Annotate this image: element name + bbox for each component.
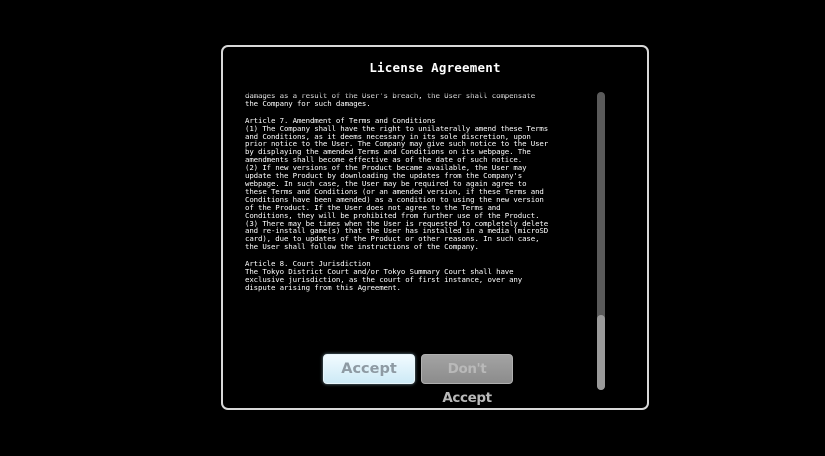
license-text: prior to the User's breach. In addition,… bbox=[245, 91, 597, 301]
accept-button[interactable]: Accept bbox=[323, 354, 415, 384]
license-paragraph-article-8: Article 8. Court Jurisdiction The Tokyo … bbox=[245, 259, 523, 292]
dialog-title: License Agreement bbox=[369, 60, 501, 75]
scrollbar-thumb[interactable] bbox=[597, 315, 605, 390]
game-screen: License Agreement prior to the User's br… bbox=[24, 0, 801, 456]
scrollbar-track[interactable] bbox=[597, 92, 605, 390]
dont-accept-button[interactable]: Don't Accept bbox=[421, 354, 513, 406]
license-text-area[interactable]: prior to the User's breach. In addition,… bbox=[245, 91, 597, 374]
license-paragraph-article-7: Article 7. Amendment of Terms and Condit… bbox=[245, 115, 549, 252]
text-fade-top bbox=[245, 91, 597, 97]
license-dialog: License Agreement prior to the User's br… bbox=[221, 45, 649, 410]
